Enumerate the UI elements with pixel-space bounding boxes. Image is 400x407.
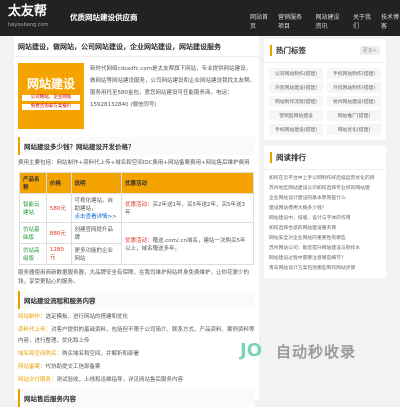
intro-block: 网站建设 公司网站，企业网站 免费咨询拿方案报价 新时代网络cdsxdfc.co… bbox=[14, 57, 259, 135]
flow-text: 对客户提供的基础资料，包括但不限于公司简介、联系方式、产品资料、案例资料等内容，… bbox=[18, 327, 255, 344]
ad-line-2: 免费咨询拿方案报价 bbox=[22, 104, 80, 110]
price-table: 产品名称 价格 说明 优惠活动 智能云建站 580元 可视化建站，自助建站， 点击… bbox=[19, 172, 255, 265]
col-header-name: 产品名称 bbox=[19, 172, 47, 194]
product-name: 仿站基础版 bbox=[19, 222, 47, 244]
reading-rank-box: 阅读排行 如何在云平台中上手公网制作好后续运营优化的目 苏州地区网站建设公司如何… bbox=[264, 146, 386, 278]
flow-label: 资料代上传： bbox=[18, 327, 52, 333]
hot-tags-box: 热门标签 更多+ 公司网站制作(搭建) 手机网站制作(搭建) 外贸网站建设(搭建… bbox=[264, 39, 386, 140]
table-header-row: 产品名称 价格 说明 优惠活动 bbox=[19, 172, 255, 194]
promo-label: 优惠活动： bbox=[124, 237, 153, 244]
tag-link[interactable]: 营销型网站建设 bbox=[269, 110, 323, 121]
flow-text: 代协助提交工信部备案 bbox=[45, 364, 101, 370]
main-content: 网站建设，做网站，公司网站建设，企业网站建设，网站建设服务 网站建设 公司网站，… bbox=[14, 36, 259, 407]
reading-rank-list: 如何在云平台中上手公网制作好后续运营优化的目 苏州地区网站建设公司如何选择专业好… bbox=[264, 170, 386, 278]
tag-link[interactable]: 手机网站建设(搭建) bbox=[269, 124, 323, 135]
desc-text: 可视化建站，自助建站， bbox=[74, 198, 114, 212]
hot-tags-header: 热门标签 更多+ bbox=[264, 39, 386, 63]
page-title: 网站建设，做网站，公司网站建设，企业网站建设，网站建设服务 bbox=[14, 36, 259, 57]
nav-news[interactable]: 网站建设资讯 bbox=[316, 12, 345, 30]
table-row: 智能云建站 580元 可视化建站，自助建站， 点击查看详情>> 优惠活动：买2年送… bbox=[19, 193, 255, 223]
section-heading-price: 网站建设多少钱？网站建设开发价格？ bbox=[18, 137, 255, 155]
product-desc: 可视化建站，自助建站， 点击查看详情>> bbox=[70, 193, 122, 223]
col-header-price: 价格 bbox=[45, 172, 72, 194]
section-heading-flow: 网站建设流程和服务内容 bbox=[18, 291, 255, 309]
list-item: 域名和空间购买：购买域名和空间，并解析和部署 bbox=[14, 348, 259, 361]
logo-sub-text: taiyoubang.com bbox=[8, 22, 49, 28]
tag-link[interactable]: 网站制作流程(搭建) bbox=[269, 96, 323, 107]
product-promo: 优惠活动：买2年送1年，买5年送2年，买5年送3年 bbox=[120, 193, 255, 223]
list-item: 资料代上传：对客户提供的基础资料，包括但不限于公司简介、联系方式、产品资料、案例… bbox=[14, 324, 259, 348]
tag-cloud: 公司网站制作(搭建) 手机网站制作(搭建) 外贸网站建设(搭建) 外贸网站制作(… bbox=[264, 63, 386, 140]
rank-link[interactable]: 如何在云平台中上手公网制作好后续运营优化的目 bbox=[269, 174, 381, 184]
product-desc: 创建官网提升品牌 bbox=[70, 222, 122, 244]
reading-rank-header: 阅读排行 bbox=[264, 146, 386, 170]
price-summary: 费用主要包括：网站制作+资料代上传+域名和空间IDC费用+网站备案费用+网站售后… bbox=[18, 160, 250, 166]
reading-rank-title: 阅读排行 bbox=[270, 152, 306, 163]
product-name: 智能云建站 bbox=[19, 193, 47, 223]
rank-link[interactable]: 苏州网站公司：助您提升网站建设与制作水 bbox=[269, 244, 381, 254]
flow-text: 测试验收，上线和运维指导，详见网站售后服务内容 bbox=[56, 377, 184, 383]
intro-text: 新时代网络cdsxdfc.com是太友帮旗下网站，专业提供网站建设，做网站等网站… bbox=[90, 66, 256, 108]
watermark: JO 自动秒收录 bbox=[240, 338, 390, 364]
list-item: 网站交付服务：测试验收，上线和运维指导，详见网站售后服务内容 bbox=[14, 374, 259, 387]
promo-ad-image[interactable]: 网站建设 公司网站，企业网站 免费咨询拿方案报价 bbox=[18, 63, 84, 129]
rank-link[interactable]: 网站建设过程中需要注意哪些细节？ bbox=[269, 254, 381, 264]
ad-title: 网站建设 bbox=[26, 77, 75, 91]
rank-link[interactable]: 网站安全对企业网站的重要性有哪些 bbox=[269, 234, 381, 244]
details-link[interactable]: 点击查看详情>> bbox=[75, 214, 117, 220]
flow-label: 域名和空间购买： bbox=[18, 351, 63, 357]
flow-text: 购买域名和空间，并解析和部署 bbox=[62, 351, 140, 357]
flow-label: 网站交付服务： bbox=[18, 377, 57, 383]
flow-label: 网站备案： bbox=[18, 364, 46, 370]
rank-link[interactable]: 建设网站费用大概多少钱？ bbox=[269, 204, 381, 214]
rank-link[interactable]: 苏州地区网站建设公司如何选择专业好的网站建 bbox=[269, 184, 381, 194]
col-header-promo: 优惠活动 bbox=[120, 172, 255, 194]
logo-main-text: 太友帮 bbox=[8, 4, 48, 19]
rank-link[interactable]: 企业网站设计建设的基本原则是什么 bbox=[269, 194, 381, 204]
product-price: 880元 bbox=[45, 222, 72, 244]
flow-text: 选定模板，进行网站的搭建和优化 bbox=[45, 314, 129, 320]
section-heading-aftersales: 网站售后服务内容 bbox=[18, 389, 255, 407]
more-button[interactable]: 更多+ bbox=[359, 46, 380, 55]
flow-label: 网站制作： bbox=[18, 314, 46, 320]
rank-link[interactable]: 如何选择合适的网站建设服务商 bbox=[269, 224, 381, 234]
product-name: 仿站高级版 bbox=[19, 243, 47, 265]
tag-link[interactable]: 公司网站制作(搭建) bbox=[269, 68, 323, 79]
tag-link[interactable]: 外贸网站建设(搭建) bbox=[269, 82, 323, 93]
watermark-text: 自动秒收录 bbox=[276, 342, 357, 361]
list-item: 网站备案：代协助提交工信部备案 bbox=[14, 361, 259, 374]
rank-link[interactable]: 青岛网站设计方案包括哪些制作网站步骤 bbox=[269, 264, 381, 274]
nav-about[interactable]: 关于我们 bbox=[353, 12, 372, 30]
product-price: 1280元 bbox=[45, 243, 72, 265]
product-price: 580元 bbox=[45, 193, 72, 223]
tag-link[interactable]: 手机网站制作(搭建) bbox=[327, 68, 381, 79]
col-header-desc: 说明 bbox=[70, 172, 122, 194]
tag-link[interactable]: 网站优化(搭建) bbox=[327, 124, 381, 135]
site-logo[interactable]: 太友帮 taiyoubang.com bbox=[8, 3, 64, 33]
hot-tags-title: 热门标签 bbox=[270, 45, 306, 56]
watermark-logo-icon: JO bbox=[240, 340, 262, 361]
table-row: 仿站基础版 880元 创建官网提升品牌 优惠活动：赠送.com/.cn域名，建站… bbox=[19, 222, 255, 265]
top-navbar: 太友帮 taiyoubang.com 优质网站建设供应商 网站首页 营销服务项目… bbox=[0, 0, 400, 36]
main-nav: 网站首页 营销服务项目 网站建设资讯 关于我们 技术博客 bbox=[250, 12, 400, 30]
list-item: 网站制作：选定模板，进行网站的搭建和优化 bbox=[14, 311, 259, 324]
promo-label: 优惠活动： bbox=[124, 202, 153, 208]
tag-link[interactable]: 外贸网站制作(搭建) bbox=[327, 82, 381, 93]
nav-blog[interactable]: 技术博客 bbox=[381, 12, 400, 30]
tag-link[interactable]: 网站推广(搭建) bbox=[327, 110, 381, 121]
nav-home[interactable]: 网站首页 bbox=[250, 12, 269, 30]
nav-services[interactable]: 营销服务项目 bbox=[278, 12, 307, 30]
ad-line-1: 公司网站，企业网站 bbox=[22, 95, 80, 101]
rank-link[interactable]: 网站建设中，排版、设计与字体的作用 bbox=[269, 214, 381, 224]
tag-link[interactable]: 杭州网站建设(搭建) bbox=[327, 96, 381, 107]
product-promo: 优惠活动：赠送.com/.cn域名，建站一次购买5年以上，域名赠送多年。 bbox=[120, 222, 255, 265]
service-promise: 服务器使用商新数据服务器，大品牌安全有保障，在我司维护网站终身免费维护，让你花更… bbox=[18, 270, 250, 285]
product-desc: 更多功能的企业网站 bbox=[70, 243, 122, 265]
site-slogan: 优质网站建设供应商 bbox=[70, 13, 138, 22]
